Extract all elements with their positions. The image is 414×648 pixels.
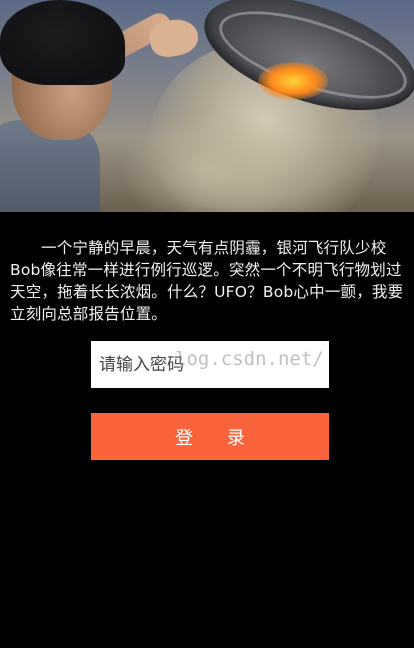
- password-input[interactable]: [91, 341, 329, 388]
- password-field[interactable]: [91, 341, 329, 388]
- fire-glow: [258, 62, 328, 100]
- login-button[interactable]: 登 录: [91, 413, 329, 460]
- screen: 一个宁静的早晨，天气有点阴霾，银河飞行队少校Bob像往常一样进行例行巡逻。突然一…: [0, 0, 414, 648]
- story-text: 一个宁静的早晨，天气有点阴霾，银河飞行队少校Bob像往常一样进行例行巡逻。突然一…: [10, 239, 404, 323]
- ufo-hero-illustration: [0, 0, 414, 212]
